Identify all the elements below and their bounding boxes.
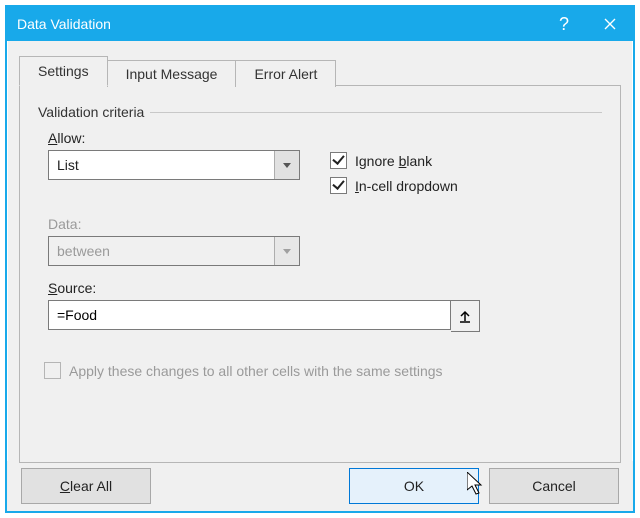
tab-error-alert[interactable]: Error Alert: [235, 60, 336, 87]
incell-dropdown-check[interactable]: In-cell dropdown: [330, 177, 458, 194]
allow-combo-button[interactable]: [274, 151, 299, 179]
refedit-icon: [458, 309, 472, 323]
clear-all-button[interactable]: Clear All: [21, 468, 151, 504]
source-input[interactable]: [48, 300, 451, 330]
apply-all-label: Apply these changes to all other cells w…: [69, 363, 443, 379]
data-combo-button: [274, 237, 299, 265]
tab-strip: Settings Input Message Error Alert: [19, 55, 633, 85]
checkbox-icon: [330, 177, 347, 194]
checkbox-icon: [44, 362, 61, 379]
criteria-label: Validation criteria: [38, 104, 144, 120]
allow-field: Allow: List: [48, 130, 300, 180]
allow-label: Allow:: [48, 130, 300, 146]
allow-combo-value: List: [49, 151, 274, 179]
data-validation-dialog: Data Validation ? Settings Input Message…: [5, 5, 635, 513]
close-icon: [604, 18, 616, 30]
ignore-blank-label: Ignore blank: [355, 153, 432, 169]
window-title: Data Validation: [17, 16, 541, 32]
dialog-button-row: Clear All OK Cancel: [7, 461, 633, 511]
tab-label: Error Alert: [254, 66, 317, 82]
tab-panel-settings: Validation criteria Allow: List: [19, 85, 621, 463]
checkbox-icon: [330, 152, 347, 169]
incell-dropdown-label: In-cell dropdown: [355, 178, 458, 194]
allow-combo[interactable]: List: [48, 150, 300, 180]
divider: [150, 112, 602, 113]
tab-label: Settings: [38, 63, 89, 79]
chevron-down-icon: [283, 249, 291, 254]
apply-all-check: Apply these changes to all other cells w…: [44, 362, 602, 379]
tab-input-message[interactable]: Input Message: [107, 60, 237, 87]
refedit-button[interactable]: [451, 300, 480, 332]
close-button[interactable]: [587, 7, 633, 41]
ignore-blank-check[interactable]: Ignore blank: [330, 152, 458, 169]
data-field: Data: between: [48, 216, 300, 266]
data-combo: between: [48, 236, 300, 266]
cancel-button[interactable]: Cancel: [489, 468, 619, 504]
data-label: Data:: [48, 216, 300, 232]
criteria-group: Validation criteria: [38, 104, 602, 120]
chevron-down-icon: [283, 163, 291, 168]
ok-button[interactable]: OK: [349, 468, 479, 504]
help-button[interactable]: ?: [541, 7, 587, 41]
titlebar: Data Validation ?: [7, 7, 633, 41]
tab-settings[interactable]: Settings: [19, 56, 108, 86]
tab-label: Input Message: [126, 66, 218, 82]
data-combo-value: between: [49, 237, 274, 265]
source-label: Source:: [48, 280, 96, 296]
help-icon: ?: [559, 14, 569, 35]
